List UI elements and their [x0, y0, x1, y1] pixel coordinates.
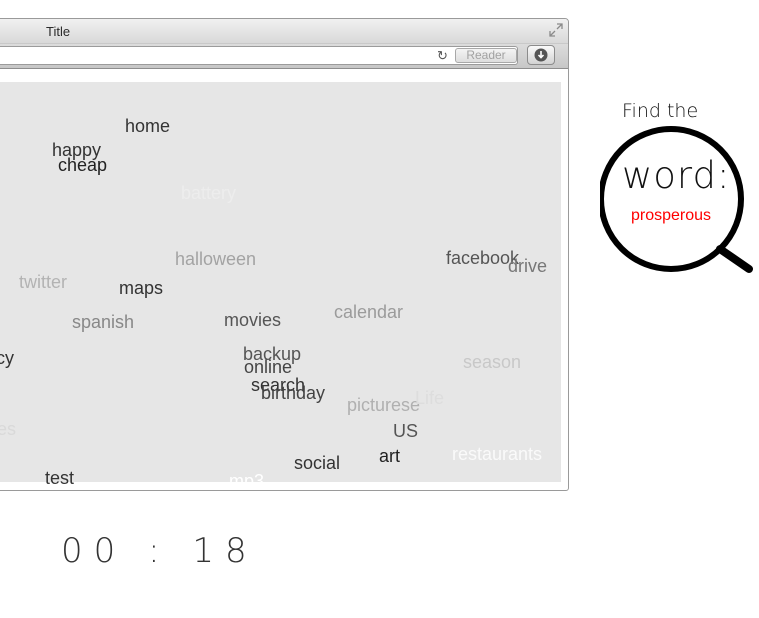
word-movies[interactable]: movies [224, 310, 281, 330]
word-cloud: home happy cheap battery halloween faceb… [0, 82, 561, 490]
word-es[interactable]: es [0, 419, 16, 439]
word-spanish[interactable]: spanish [72, 312, 134, 332]
fullscreen-icon[interactable] [549, 23, 563, 37]
word-drive[interactable]: drive [508, 256, 547, 276]
window-title: Title [46, 24, 71, 39]
countdown-timer: 00 : 18 [61, 531, 258, 571]
download-icon [534, 48, 548, 62]
word-test[interactable]: test [45, 468, 74, 488]
word-season[interactable]: season [463, 352, 521, 372]
word-battery[interactable]: battery [181, 183, 236, 203]
word-calendar[interactable]: calendar [334, 302, 403, 322]
word-label: word: [622, 154, 731, 197]
word-picturese[interactable]: picturese [347, 395, 420, 415]
word-cheap[interactable]: cheap [58, 155, 107, 175]
word-mp3[interactable]: mp3 [229, 471, 264, 490]
reload-icon[interactable]: ↻ [437, 49, 448, 63]
word-restaurants[interactable]: restaurants [452, 444, 542, 464]
title-bar: Title [0, 19, 568, 44]
address-bar[interactable]: ↻ Reader [0, 46, 518, 65]
download-button[interactable] [527, 45, 555, 65]
word-social[interactable]: social [294, 453, 340, 473]
word-birthday[interactable]: birthday [261, 383, 325, 403]
word-art[interactable]: art [379, 446, 400, 466]
reader-button[interactable]: Reader [455, 48, 517, 63]
target-word: prosperous [630, 207, 712, 224]
word-life[interactable]: Life [415, 388, 444, 408]
browser-window: Title ↻ Reader home happy cheap battery … [0, 18, 569, 491]
word-twitter[interactable]: twitter [19, 272, 67, 292]
word-cy[interactable]: cy [0, 348, 14, 368]
word-home[interactable]: home [125, 116, 170, 136]
word-halloween[interactable]: halloween [175, 249, 256, 269]
word-online[interactable]: online [244, 357, 292, 377]
word-maps[interactable]: maps [119, 278, 163, 298]
find-heading: Find the [622, 100, 699, 122]
word-finder-panel: Find the word: prosperous [600, 99, 759, 279]
toolbar: ↻ Reader [0, 44, 568, 69]
word-us[interactable]: US [393, 421, 418, 441]
